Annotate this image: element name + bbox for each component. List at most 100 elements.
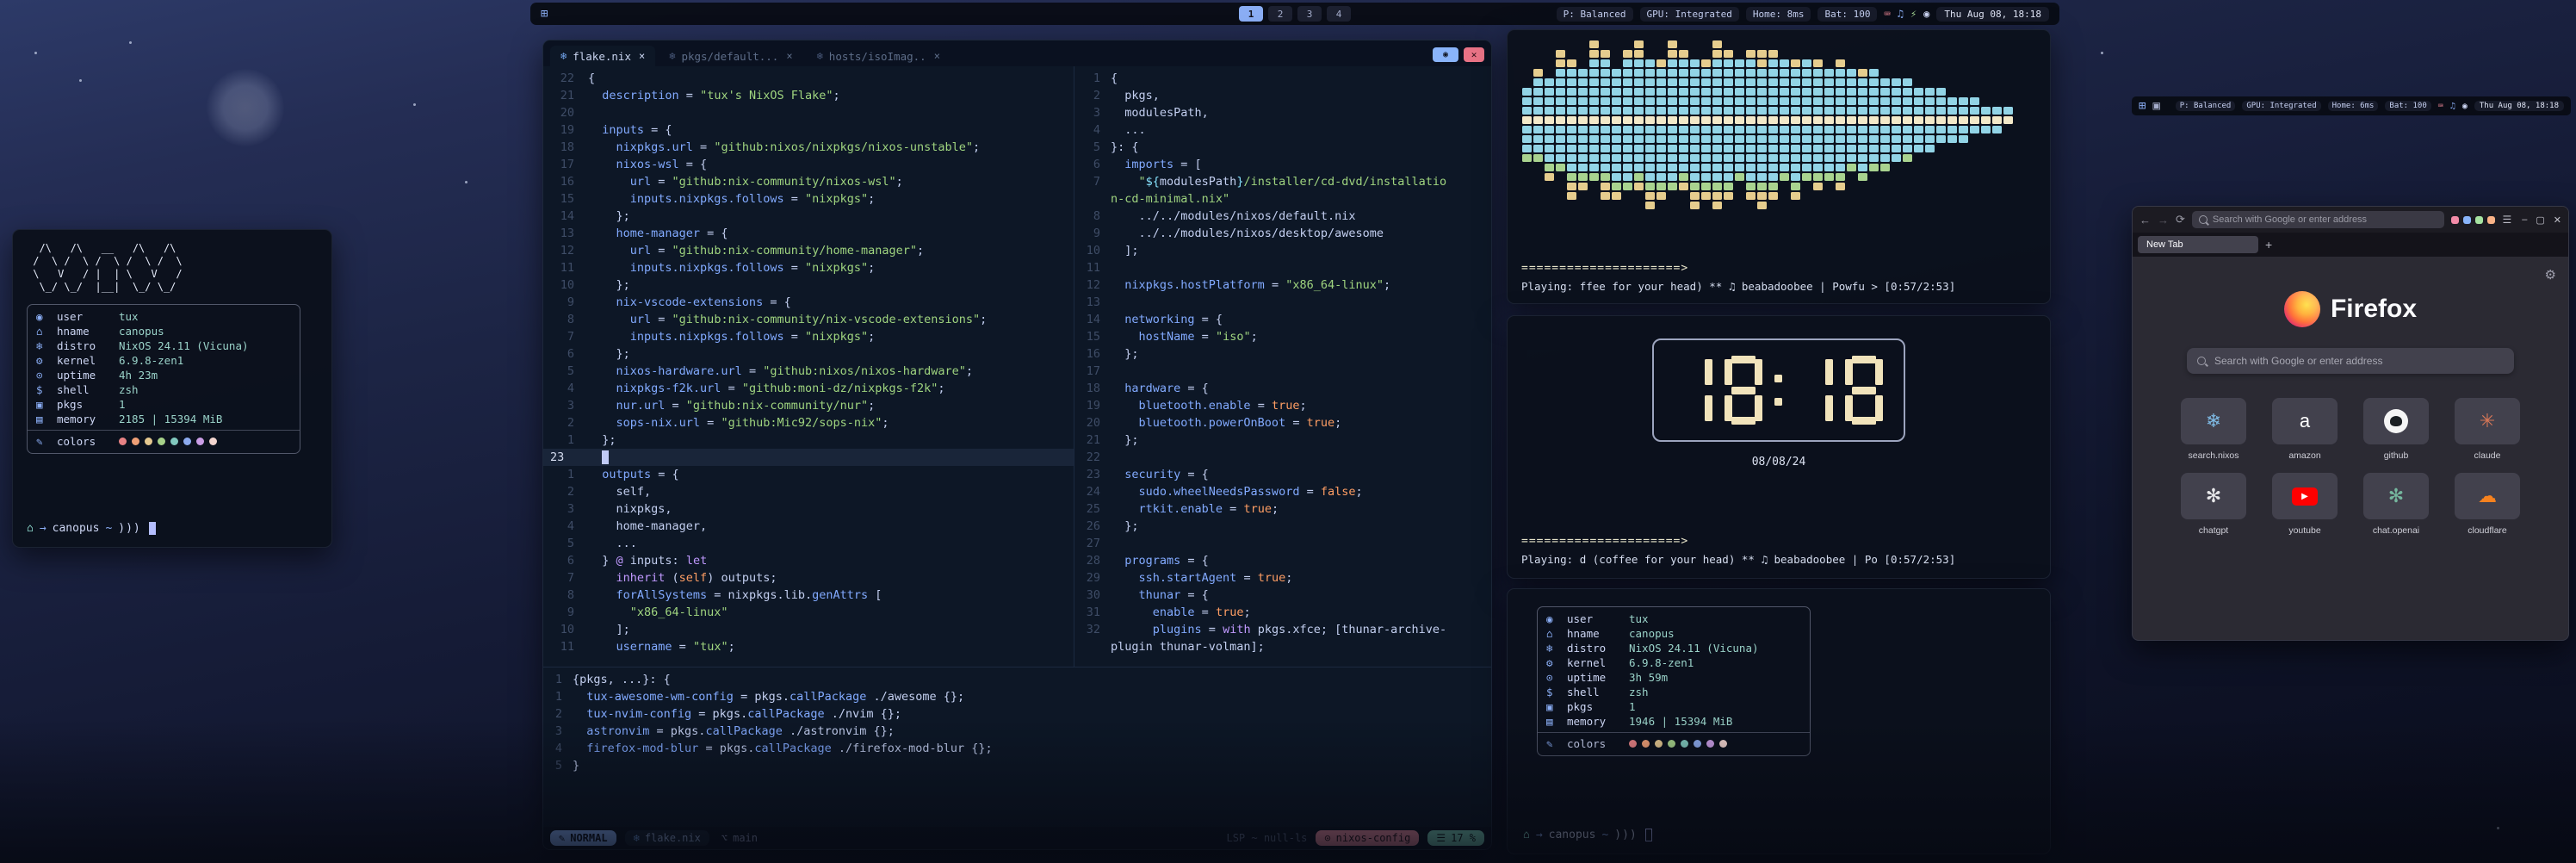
maximize-button[interactable]: ▢	[2536, 214, 2544, 226]
extension-icon[interactable]	[2463, 216, 2471, 224]
extension-icon[interactable]	[2475, 216, 2483, 224]
refresh-icon[interactable]: ⟳	[2176, 213, 2185, 227]
token: true	[1272, 399, 1300, 413]
close-icon[interactable]: ✕	[2554, 214, 2561, 226]
shortcut-github[interactable]: github	[2356, 398, 2436, 461]
back-icon[interactable]: ←	[2139, 214, 2151, 227]
viz-block	[1679, 69, 1688, 77]
viz-block	[1780, 59, 1789, 67]
viz-block	[1757, 116, 1767, 124]
viz-block	[1768, 154, 1778, 162]
neovim-window[interactable]: ❄flake.nix×❄pkgs/default...×❄hosts/isoIm…	[542, 40, 1492, 850]
viz-block	[1567, 145, 1576, 152]
minimize-button[interactable]: –	[2522, 214, 2527, 225]
launcher-icon[interactable]: ⊞	[541, 7, 548, 21]
lsp-status: LSP ~ null-ls	[1226, 832, 1307, 844]
tab-hosts-isoImag-[interactable]: ❄hosts/isoImag..×	[807, 46, 951, 66]
workspace-button-1[interactable]: 1	[1239, 6, 1263, 22]
toggle-button[interactable]: ◉	[1433, 47, 1458, 62]
bar-left-icons: ⊞	[541, 7, 548, 21]
viz-block	[1668, 145, 1677, 152]
viz-block	[1522, 154, 1532, 162]
firefox-window[interactable]: ← → ⟳ Search with Google or enter addres…	[2132, 206, 2569, 641]
line-number	[1074, 638, 1111, 655]
tab-close-icon[interactable]: ×	[934, 50, 940, 62]
tab-pkgs-default-[interactable]: ❄pkgs/default...×	[659, 46, 802, 66]
tab-close-icon[interactable]: ×	[786, 50, 792, 62]
viz-block	[1645, 183, 1655, 190]
gear-icon[interactable]: ⚙	[2545, 267, 2556, 282]
tray-icon[interactable]: ◉	[1923, 8, 1929, 20]
launcher-icon[interactable]: ⊞	[2139, 99, 2146, 113]
clock-window[interactable]: 08/08/24 =====================> Playing:…	[1507, 315, 2051, 579]
viz-block	[1712, 59, 1722, 67]
code-text: enable = true;	[1111, 604, 1251, 621]
color-dots	[1629, 740, 1727, 748]
line-number: 20	[1074, 414, 1111, 432]
viz-block	[1701, 135, 1711, 143]
shortcut-chatgpt[interactable]: ✻chatgpt	[2174, 473, 2253, 536]
fetch-row: ❄distroNixOS 24.11 (Vicuna)	[36, 338, 291, 353]
status-pill: GPU: Integrated	[2242, 101, 2320, 111]
line-number: 10	[543, 621, 588, 638]
viz-block	[1824, 154, 1834, 162]
shortcut-chat.openai[interactable]: ✻chat.openai	[2356, 473, 2436, 536]
viz-block	[1556, 97, 1565, 105]
search-input[interactable]: Search with Google or enter address	[2187, 348, 2514, 374]
tray-icon[interactable]: ♫	[2450, 102, 2455, 111]
cloudflare-icon: ☁	[2478, 485, 2497, 507]
urlbar-input[interactable]: Search with Google or enter address	[2192, 211, 2445, 228]
tab-new-tab[interactable]: New Tab	[2138, 236, 2258, 253]
tray-icon[interactable]: ◉	[2462, 102, 2468, 111]
buffer-pkgs-default[interactable]: 1{pkgs, ...}: {1 tux-awesome-wm-config =…	[543, 667, 1491, 829]
shortcut-search.nixos[interactable]: ❄search.nixos	[2174, 398, 2253, 461]
shell-prompt[interactable]: ⌂→canopus~)))	[27, 522, 318, 535]
code-line: 5}	[543, 757, 1491, 774]
viz-block	[1645, 69, 1655, 77]
shortcut-icon-box: ✳	[2455, 398, 2520, 444]
shortcut-cloudflare[interactable]: ☁cloudflare	[2448, 473, 2527, 536]
shortcut-claude[interactable]: ✳claude	[2448, 398, 2527, 461]
shortcut-youtube[interactable]: ▶youtube	[2265, 473, 2344, 536]
shortcut-amazon[interactable]: aamazon	[2265, 398, 2344, 461]
fetch-window[interactable]: ◉usertux⌂hnamecanopus❄distroNixOS 24.11 …	[1507, 588, 2051, 854]
terminal-window-left[interactable]: /\ /\ __ /\ /\ / \ / \ / \ / \ / \ \ V /…	[12, 229, 332, 548]
viz-block	[1668, 40, 1677, 48]
layout-icon[interactable]: ▣	[2152, 99, 2159, 113]
workspace-button-4[interactable]: 4	[1327, 6, 1351, 22]
tab-label: flake.nix	[573, 50, 631, 63]
viz-block	[1970, 107, 1979, 115]
status-pill: Bat: 100	[2385, 101, 2430, 111]
token: description	[588, 89, 679, 102]
viz-block	[1757, 59, 1767, 67]
menu-icon[interactable]: ☰	[2502, 214, 2511, 226]
tray-icon[interactable]: ⌨	[2438, 102, 2443, 111]
viz-block	[1847, 116, 1856, 124]
viz-block	[1892, 97, 1901, 105]
workspace-switcher: 1234	[1239, 6, 1351, 22]
viz-block	[1802, 154, 1811, 162]
close-button[interactable]: ✕	[1464, 47, 1484, 62]
viz-block	[1612, 183, 1621, 190]
buffer-flake-nix[interactable]: 22{21 description = "tux's NixOS Flake";…	[543, 66, 1074, 667]
buffer-iso-config[interactable]: 1{2 pkgs,3 modulesPath,4 ...5}: {6 impor…	[1074, 66, 1491, 667]
extension-icon[interactable]	[2487, 216, 2495, 224]
tray-icon[interactable]: ⚡	[1910, 8, 1917, 20]
extension-icon[interactable]	[2451, 216, 2459, 224]
line-number: 5	[543, 535, 588, 552]
tab-close-icon[interactable]: ×	[639, 50, 645, 62]
tray-icon[interactable]: ♫	[1898, 8, 1904, 20]
tray-icon[interactable]: ⌨	[1884, 8, 1890, 20]
viz-block	[1679, 164, 1688, 171]
new-tab-button[interactable]: +	[2265, 238, 2272, 251]
viz-block	[1578, 173, 1588, 181]
workspace-button-2[interactable]: 2	[1268, 6, 1292, 22]
color-dot	[196, 438, 204, 445]
workspace-button-3[interactable]: 3	[1297, 6, 1322, 22]
forward-icon[interactable]: →	[2158, 214, 2169, 227]
shell-prompt[interactable]: ⌂→canopus~)))	[1523, 829, 2034, 841]
tab-flake-nix[interactable]: ❄flake.nix×	[550, 46, 655, 66]
visualizer-window[interactable]: =====================> Playing: ffee for…	[1507, 29, 2051, 304]
viz-block	[1522, 126, 1532, 133]
status-pill: Bat: 100	[1817, 7, 1877, 22]
